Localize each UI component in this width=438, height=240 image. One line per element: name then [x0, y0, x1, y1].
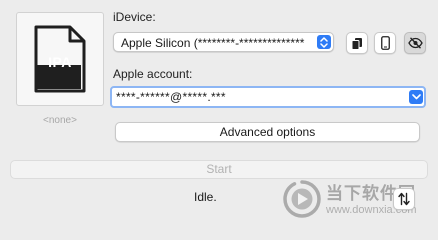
ipa-drop-well[interactable]: IPA [16, 12, 104, 106]
up-down-chevron-icon [317, 35, 331, 49]
chevron-down-icon[interactable] [409, 90, 423, 104]
sort-button[interactable] [393, 188, 415, 210]
ipa-file-icon: IPA [34, 25, 86, 93]
copy-icon [351, 37, 362, 50]
eye-slash-icon [407, 37, 423, 49]
apple-account-label: Apple account: [113, 67, 193, 81]
device-select[interactable]: Apple Silicon (********-************** [113, 32, 334, 52]
hide-credentials-toggle[interactable] [404, 32, 426, 54]
ipa-selection-label: <none> [43, 115, 77, 126]
iphone-icon [380, 36, 390, 50]
idevice-label: iDevice: [113, 10, 156, 24]
ipa-file-type-label: IPA [48, 54, 72, 70]
copy-device-button[interactable] [346, 32, 368, 54]
watermark-logo-icon [283, 180, 321, 218]
apple-account-combobox[interactable]: ****-******@*****.*** [110, 86, 426, 108]
advanced-options-button[interactable]: Advanced options [115, 122, 420, 142]
apple-account-value[interactable]: ****-******@*****.*** [116, 90, 226, 104]
device-info-button[interactable] [374, 32, 396, 54]
status-text: Idle. [194, 190, 217, 204]
device-select-value: Apple Silicon (********-************** [121, 36, 305, 50]
up-down-arrows-icon [398, 192, 410, 206]
